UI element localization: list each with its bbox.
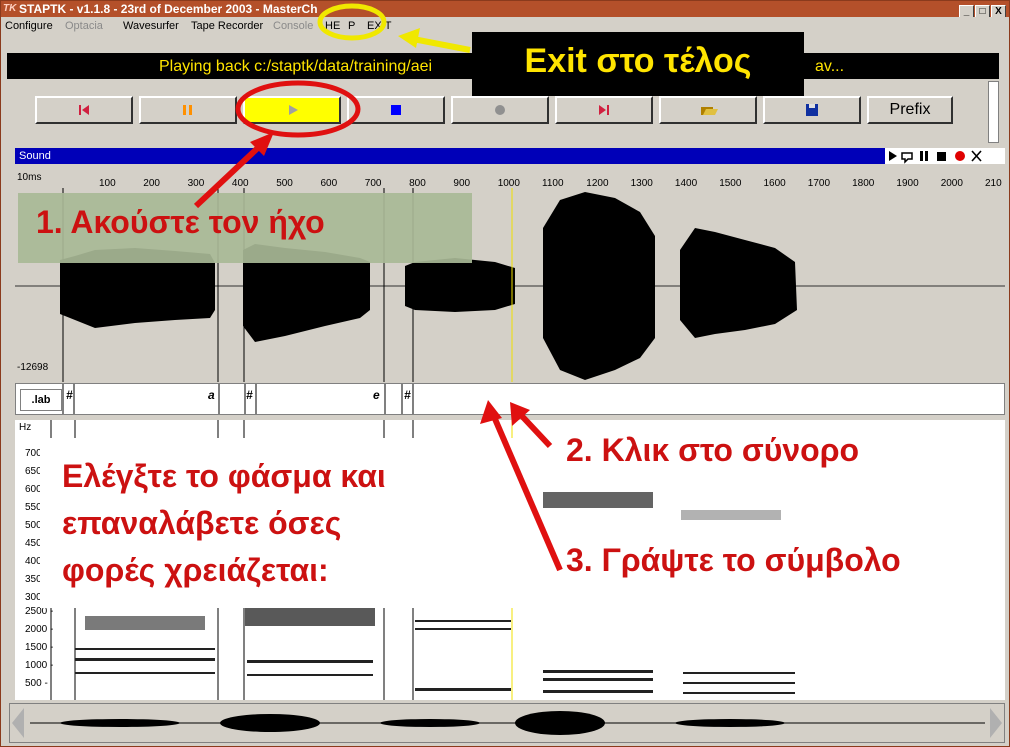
menu-configure[interactable]: Configure bbox=[5, 17, 53, 35]
pause-icon bbox=[183, 105, 192, 115]
step3-callout: 3. Γράψτε το σύμβολο bbox=[566, 542, 901, 578]
app-icon: TK bbox=[3, 3, 17, 14]
frequency-tick-label: 2000 - bbox=[25, 624, 54, 635]
menu-help[interactable]: HE bbox=[325, 17, 340, 35]
menu-exit[interactable]: EXIT bbox=[367, 17, 391, 35]
time-ruler: 10ms 100 200 300 400 500 600 700 800 900 1000 1100… bbox=[15, 164, 1005, 189]
skip-forward-button[interactable] bbox=[555, 96, 653, 124]
label-tier[interactable]: .lab # a # e # bbox=[15, 383, 1005, 415]
play-button[interactable] bbox=[243, 96, 341, 124]
staptk-window: TK STAPTK - v1.1.8 - 23rd of December 20… bbox=[0, 0, 1010, 747]
spectrogram-unit: Hz bbox=[19, 422, 32, 433]
exit-callout-text: Exit στο τέλος bbox=[524, 42, 752, 80]
panel-close-icon[interactable] bbox=[971, 150, 982, 162]
step1-callout: 1. Ακούστε τον ήχο bbox=[36, 204, 325, 240]
check-callout-line3: φορές χρειάζεται: bbox=[62, 552, 329, 588]
menu-wavesurfer[interactable]: Wavesurfer bbox=[123, 17, 179, 35]
mini-loop-icon[interactable] bbox=[901, 152, 913, 164]
label-segment[interactable]: a bbox=[208, 388, 215, 402]
check-callout-line2: επαναλάβετε όσες bbox=[62, 505, 342, 541]
sound-panel-header: Sound bbox=[15, 148, 1005, 164]
status-text: Playing back c:/staptk/data/training/aei bbox=[159, 58, 433, 75]
folder-open-icon bbox=[701, 107, 718, 115]
ruler-unit: 10ms bbox=[17, 172, 42, 183]
stop-button[interactable] bbox=[347, 96, 445, 124]
mini-play-icon[interactable] bbox=[889, 151, 897, 161]
stop-icon bbox=[391, 105, 401, 115]
title-bar[interactable]: TK STAPTK - v1.1.8 - 23rd of December 20… bbox=[1, 1, 1009, 18]
toolbar-scroll-thumb[interactable] bbox=[988, 81, 999, 143]
rewind-button[interactable] bbox=[35, 96, 133, 124]
menu-tape-recorder[interactable]: Tape Recorder bbox=[191, 17, 263, 35]
frequency-tick-label: 1000 - bbox=[25, 660, 54, 671]
save-button[interactable] bbox=[763, 96, 861, 124]
record-icon bbox=[495, 105, 505, 115]
exit-callout: Exit στο τέλος bbox=[472, 32, 804, 96]
floppy-disk-icon bbox=[806, 104, 818, 116]
prefix-label: Prefix bbox=[889, 101, 931, 118]
label-segment[interactable]: e bbox=[373, 388, 380, 402]
scroll-right-icon[interactable] bbox=[990, 708, 1002, 738]
sound-label: Sound bbox=[19, 150, 51, 162]
mini-pause-icon[interactable] bbox=[920, 151, 923, 161]
open-button[interactable] bbox=[659, 96, 757, 124]
window-title: STAPTK - v1.1.8 - 23rd of December 2003 … bbox=[19, 2, 318, 16]
label-segment[interactable]: # bbox=[404, 388, 411, 402]
overview-waveform bbox=[12, 708, 1002, 738]
frequency-tick-label: 500 - bbox=[25, 678, 48, 689]
skip-back-icon bbox=[79, 105, 89, 115]
menu-console[interactable]: Console bbox=[273, 17, 313, 35]
wave-min-label: -12698 bbox=[17, 362, 49, 373]
status-text-tail: av... bbox=[815, 58, 845, 75]
label-segment[interactable]: # bbox=[66, 388, 73, 402]
pause-button[interactable] bbox=[139, 96, 237, 124]
prefix-button[interactable]: Prefix bbox=[867, 96, 953, 124]
play-icon bbox=[289, 105, 298, 115]
mini-record-icon[interactable] bbox=[955, 151, 965, 161]
overview-scroller[interactable] bbox=[9, 703, 1005, 743]
check-callout-line1: Ελέγξτε το φάσμα και bbox=[62, 458, 386, 494]
step2-callout: 2. Κλικ στο σύνορο bbox=[566, 432, 860, 468]
sound-controls[interactable] bbox=[885, 148, 1005, 164]
frequency-tick-label: 1500 - bbox=[25, 642, 54, 653]
label-boundaries bbox=[62, 384, 414, 414]
skip-forward-icon bbox=[599, 105, 609, 115]
mini-stop-icon[interactable] bbox=[937, 152, 946, 161]
scroll-left-icon[interactable] bbox=[12, 708, 24, 738]
record-button[interactable] bbox=[451, 96, 549, 124]
menu-help-tail[interactable]: P bbox=[348, 17, 355, 35]
menu-optacia[interactable]: Optacia bbox=[65, 17, 103, 35]
label-segment[interactable]: # bbox=[246, 388, 253, 402]
window-controls: _ □ X bbox=[958, 2, 1006, 18]
